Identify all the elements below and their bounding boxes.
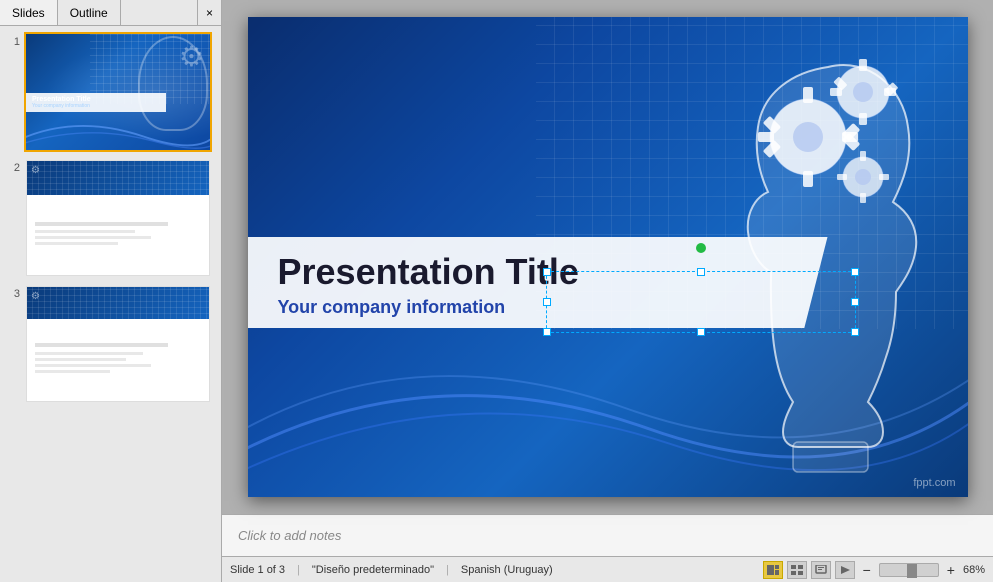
slide-item-1[interactable]: 1 ⚙ Presentation Title Your company info… [4,32,217,152]
zoom-minus[interactable]: − [863,562,871,578]
slide-thumbnail-2[interactable]: ⚙ [24,158,212,278]
view-normal-button[interactable] [763,561,783,579]
tab-outline[interactable]: Outline [58,0,121,25]
view-slideshow-button[interactable] [835,561,855,579]
slides-panel: Slides Outline × 1 ⚙ [0,0,222,582]
tab-slides[interactable]: Slides [0,0,58,25]
rotation-handle[interactable] [696,243,706,253]
thumb-1-subtitle: Your company information [32,103,160,109]
language: Spanish (Uruguay) [461,564,553,576]
slide-item-2[interactable]: 2 ⚙ [4,158,217,278]
watermark: fppt.com [913,477,955,489]
slide-canvas-area: Presentation Title Your company informat… [222,0,993,514]
zoom-thumb[interactable] [907,564,917,578]
app-body: Slides Outline × 1 ⚙ [0,0,993,582]
slides-list: 1 ⚙ Presentation Title Your company info… [0,26,221,582]
text-box-selection[interactable] [546,271,856,333]
handle-top-left[interactable] [543,268,551,276]
zoom-level: 68% [963,564,985,576]
handle-top-right[interactable] [851,268,859,276]
slide-item-3[interactable]: 3 ⚙ [4,284,217,404]
theme-name: "Diseño predeterminado" [312,564,434,576]
handle-top-center[interactable] [697,268,705,276]
view-reading-button[interactable] [811,561,831,579]
slide-thumbnail-3[interactable]: ⚙ [24,284,212,404]
slide-number-1: 1 [4,36,20,48]
handle-bottom-center[interactable] [697,328,705,336]
status-left: Slide 1 of 3 | "Diseño predeterminado" |… [230,564,553,576]
notes-placeholder[interactable]: Click to add notes [238,528,341,543]
handle-bottom-right[interactable] [851,328,859,336]
status-right: − + 68% [763,561,985,579]
zoom-slider[interactable] [879,563,939,577]
text-box-selection-wrapper[interactable] [546,271,856,333]
status-sep-2: | [446,564,449,576]
slide-number-3: 3 [4,288,20,300]
handle-middle-left[interactable] [543,298,551,306]
status-sep-1: | [297,564,300,576]
thumb-1-title: Presentation Title [32,96,160,103]
view-sorter-button[interactable] [787,561,807,579]
main-slide[interactable]: Presentation Title Your company informat… [248,17,968,497]
slides-tabs: Slides Outline × [0,0,221,26]
main-area: Presentation Title Your company informat… [222,0,993,582]
notes-area[interactable]: Click to add notes [222,514,993,556]
panel-close-button[interactable]: × [197,0,221,25]
handle-middle-right[interactable] [851,298,859,306]
handle-bottom-left[interactable] [543,328,551,336]
slide-number-2: 2 [4,162,20,174]
status-bar: Slide 1 of 3 | "Diseño predeterminado" |… [222,556,993,582]
gears-icon [708,57,908,257]
zoom-plus[interactable]: + [947,562,955,578]
slide-thumbnail-1[interactable]: ⚙ Presentation Title Your company inform… [24,32,212,152]
slide-info: Slide 1 of 3 [230,564,285,576]
